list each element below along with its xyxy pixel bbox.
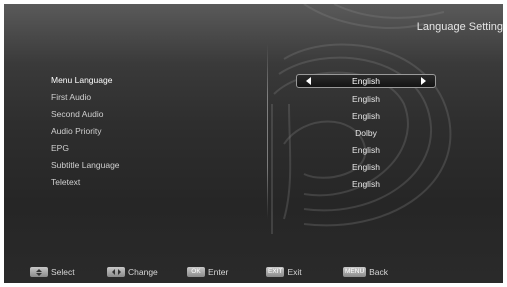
column-divider [267,44,268,219]
subtitle-language-label[interactable]: Subtitle Language [51,157,120,174]
exit-label: Exit [287,267,302,277]
teletext-label[interactable]: Teletext [51,174,120,191]
footer-enter-hint: OK Enter [187,266,228,278]
back-label: Back [369,267,389,277]
audio-priority-value[interactable]: Dolby [296,125,436,142]
ok-key: OK [187,267,205,277]
language-setting-screen: Language Setting Menu Language First Aud… [4,4,503,283]
footer-select-hint: Select [30,266,75,278]
second-audio-label[interactable]: Second Audio [51,106,120,123]
left-arrow-icon[interactable] [306,77,311,85]
menu-language-label[interactable]: Menu Language [51,72,120,89]
second-audio-value[interactable]: English [296,108,436,125]
settings-values: English English English Dolby English En… [296,72,436,193]
change-label: Change [128,267,158,277]
footer-back-hint: MENU Back [343,266,388,278]
settings-labels: Menu Language First Audio Second Audio A… [51,72,120,191]
enter-label: Enter [208,267,229,277]
page-title: Language Setting [416,21,503,33]
menu-language-value: English [352,76,380,86]
up-down-arrows-icon [30,267,48,277]
menu-language-selector[interactable]: English [296,74,436,88]
footer-exit-hint: EXIT Exit [266,266,302,278]
exit-key: EXIT [266,267,285,277]
left-right-arrows-icon [107,267,125,277]
menu-key: MENU [343,267,367,277]
epg-value[interactable]: English [296,142,436,159]
epg-label[interactable]: EPG [51,140,120,157]
first-audio-label[interactable]: First Audio [51,89,120,106]
footer-change-hint: Change [107,266,158,278]
right-arrow-icon[interactable] [421,77,426,85]
subtitle-language-value[interactable]: English [296,159,436,176]
select-label: Select [51,267,75,277]
first-audio-value[interactable]: English [296,91,436,108]
audio-priority-label[interactable]: Audio Priority [51,123,120,140]
teletext-value[interactable]: English [296,176,436,193]
footer-hint-bar: Select Change OK Enter EXIT Exit MENU Ba… [4,266,503,282]
